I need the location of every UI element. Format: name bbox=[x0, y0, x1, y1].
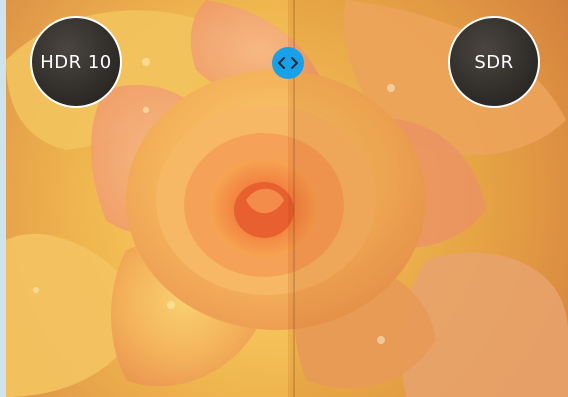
comparison-viewer: HDR 10 SDR bbox=[0, 0, 568, 397]
sdr-mode-badge: SDR bbox=[448, 16, 540, 108]
hdr-mode-badge: HDR 10 bbox=[30, 16, 122, 108]
hdr-mode-label: HDR 10 bbox=[40, 51, 112, 73]
sdr-mode-label: SDR bbox=[474, 51, 514, 73]
page-edge bbox=[0, 0, 6, 397]
comparison-slider-handle[interactable] bbox=[272, 47, 304, 79]
left-right-arrows-icon bbox=[278, 57, 298, 69]
